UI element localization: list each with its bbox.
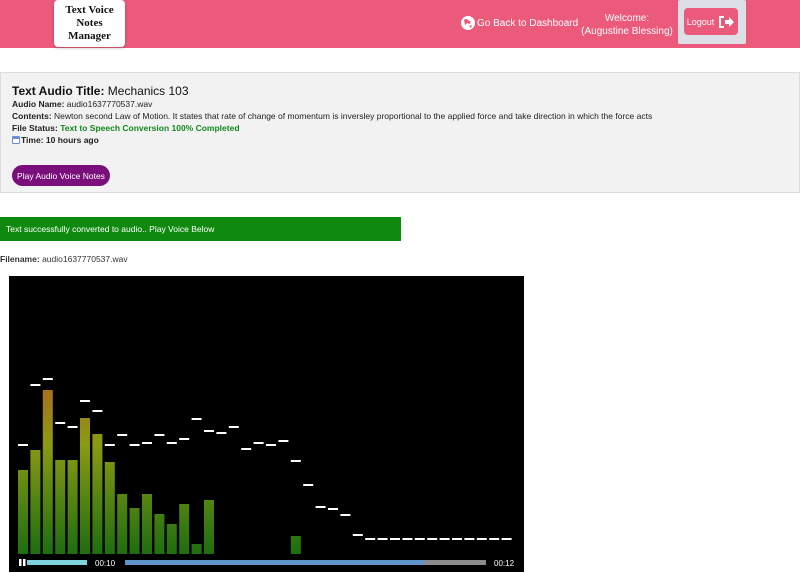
- filename-row: Filename: audio1637770537.wav: [0, 254, 128, 264]
- spectrum-bar: [18, 470, 28, 554]
- spectrum-peak: [439, 538, 450, 540]
- spectrum-peak: [18, 444, 28, 446]
- audio-name-value: audio1637770537.wav: [66, 99, 153, 109]
- alert-message: Text successfully converted to audio.. P…: [6, 224, 215, 234]
- spectrum-peak: [129, 444, 140, 446]
- spectrum-peak: [253, 442, 264, 444]
- spectrum-peak: [377, 538, 388, 540]
- spectrum-peak: [328, 508, 338, 510]
- time-label: Time:: [21, 135, 44, 145]
- spectrum-peak: [290, 460, 301, 462]
- spectrum-bar: [80, 418, 90, 554]
- audio-player[interactable]: 00:10 00:12: [9, 276, 524, 572]
- spectrum-bar: [129, 508, 140, 554]
- spectrum-peak: [266, 444, 276, 446]
- spectrum-peak: [204, 430, 214, 432]
- spectrum-bar: [204, 500, 214, 554]
- spectrum-peak: [67, 426, 78, 428]
- contents-label: Contents:: [12, 111, 52, 121]
- spectrum-bar: [166, 524, 177, 554]
- spectrum-peak: [414, 538, 425, 540]
- spectrum-bar: [104, 462, 115, 554]
- filename-label: Filename:: [0, 254, 40, 264]
- volume-level: [27, 560, 87, 565]
- back-to-dashboard-link[interactable]: Go Back to Dashboard: [460, 13, 578, 33]
- user-name: (Augustine Blessing): [581, 26, 673, 37]
- spectrum-bar: [191, 544, 202, 554]
- brand-logo[interactable]: Text Voice Notes Manager: [54, 0, 125, 47]
- title-value: Mechanics 103: [107, 84, 189, 98]
- spectrum-peak: [303, 484, 314, 486]
- audio-name-row: Audio Name: audio1637770537.wav: [12, 99, 152, 109]
- spectrum-peak: [501, 538, 512, 540]
- spectrum-peak: [30, 384, 41, 386]
- brand-text: Text Voice Notes Manager: [65, 4, 114, 42]
- spectrum-peak: [278, 440, 289, 442]
- file-status-value: Text to Speech Conversion 100% Completed: [60, 123, 240, 133]
- back-to-dashboard-label: Go Back to Dashboard: [477, 17, 579, 29]
- spectrum-peak: [352, 534, 363, 536]
- play-audio-button[interactable]: Play Audio Voice Notes: [12, 165, 110, 186]
- spectrum-peak: [191, 418, 202, 420]
- spectrum-peak: [241, 448, 252, 450]
- spectrum-bar: [117, 494, 128, 554]
- spectrum-peak: [228, 426, 239, 428]
- file-status-row: File Status: Text to Speech Conversion 1…: [12, 123, 240, 133]
- spectrum-peak: [142, 442, 152, 444]
- spectrum-peak: [179, 438, 190, 440]
- spectrum-peak: [42, 378, 53, 380]
- duration-time: 00:12: [494, 559, 515, 568]
- success-alert: Text successfully converted to audio.. P…: [0, 217, 401, 241]
- contents-row: Contents: Newton second Law of Motion. I…: [12, 111, 652, 121]
- spectrum-peak: [80, 400, 90, 402]
- spectrum-peak: [104, 444, 115, 446]
- contents-value: Newton second Law of Motion. It states t…: [54, 111, 653, 121]
- spectrum-peak: [166, 442, 177, 444]
- seek-progress: [125, 560, 425, 565]
- pause-icon[interactable]: [18, 558, 27, 567]
- welcome-label: Welcome:: [604, 13, 650, 24]
- spectrum-peak: [427, 538, 438, 540]
- spectrum-peak: [216, 432, 227, 434]
- spectrum-peak: [154, 434, 165, 436]
- time-row: Time: 10 hours ago: [12, 135, 99, 145]
- spectrum-bar: [42, 390, 53, 554]
- spectrum-bar: [154, 514, 165, 554]
- calendar-icon: [12, 136, 20, 144]
- note-title: Text Audio Title: Mechanics 103: [12, 84, 189, 98]
- spectrum-bar: [290, 536, 301, 554]
- spectrum-bar: [55, 460, 66, 554]
- file-status-label: File Status:: [12, 123, 58, 133]
- spectrum-peak: [476, 538, 487, 540]
- spectrum-peak: [452, 538, 462, 540]
- current-time: 00:10: [95, 559, 116, 568]
- spectrum-peak: [489, 538, 500, 540]
- spectrum-peak: [117, 434, 128, 436]
- spectrum-visualizer: [18, 378, 512, 565]
- globe-icon: [461, 16, 475, 30]
- title-label: Text Audio Title:: [12, 84, 105, 98]
- spectrum-bar: [179, 504, 190, 554]
- sign-out-icon: [719, 15, 735, 28]
- welcome-block: Welcome: (Augustine Blessing): [580, 12, 674, 38]
- spectrum-peak: [315, 506, 326, 508]
- filename-value: audio1637770537.wav: [42, 254, 128, 264]
- logout-label: Logout: [686, 16, 715, 27]
- spectrum-bar: [30, 450, 41, 554]
- spectrum-peak: [402, 538, 413, 540]
- spectrum-peak: [390, 538, 400, 540]
- time-value: 10 hours ago: [45, 135, 99, 145]
- spectrum-bar: [92, 434, 103, 554]
- spectrum-peak: [340, 514, 351, 516]
- spectrum-peak: [55, 422, 66, 424]
- spectrum-bar: [142, 494, 152, 554]
- spectrum-peak: [365, 538, 376, 540]
- logout-button[interactable]: Logout: [684, 8, 738, 35]
- spectrum-peak: [464, 538, 475, 540]
- spectrum-peak: [92, 410, 103, 412]
- audio-name-label: Audio Name:: [12, 99, 65, 109]
- spectrum-bar: [67, 460, 78, 554]
